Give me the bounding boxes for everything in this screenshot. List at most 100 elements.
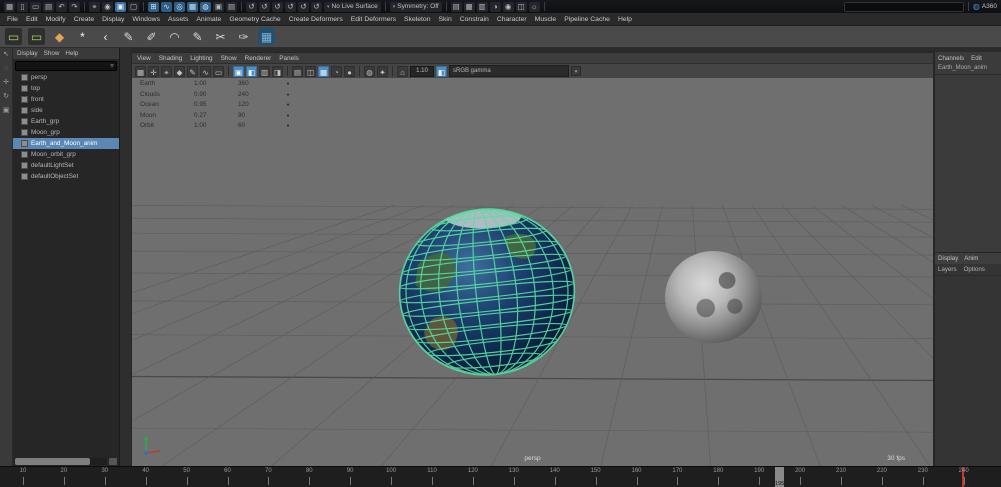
outliner-item[interactable]: side: [13, 105, 119, 116]
curve-icon[interactable]: ∿: [200, 65, 211, 77]
make-live-icon[interactable]: ◍: [200, 1, 211, 12]
menu-constrain[interactable]: Constrain: [460, 16, 489, 23]
menu-edit-deformers[interactable]: Edit Deformers: [351, 16, 396, 23]
open-scene-icon[interactable]: ▭: [30, 1, 41, 12]
outliner-item[interactable]: Moon_orbit_grp: [13, 149, 119, 160]
snap-grid-icon[interactable]: ⊞: [148, 1, 159, 12]
menu-pipeline-cache[interactable]: Pipeline Cache: [564, 16, 610, 23]
shaded-icon[interactable]: ◧: [246, 65, 257, 77]
panel-divider[interactable]: [120, 48, 131, 467]
outliner-scrollbar-button[interactable]: [109, 458, 117, 465]
depth-of-field-icon[interactable]: ◔: [331, 65, 342, 77]
menu-geometry-cache[interactable]: Geometry Cache: [229, 16, 280, 23]
menu-muscle[interactable]: Muscle: [535, 16, 557, 23]
frame-icon[interactable]: ▭: [213, 65, 224, 77]
shadows-icon[interactable]: ▤: [292, 65, 303, 77]
ipr-render-icon[interactable]: ▥: [476, 1, 488, 12]
output-connections-icon[interactable]: ▤: [226, 1, 237, 12]
outliner-scrollbar[interactable]: [15, 458, 107, 465]
outliner-menu-display[interactable]: Display: [17, 50, 38, 57]
render-sequence-icon[interactable]: ◫: [515, 1, 527, 12]
outliner-menu-help[interactable]: Help: [65, 50, 78, 57]
viewport-menu-shading[interactable]: Shading: [159, 55, 182, 62]
menu-grid-icon[interactable]: ▦: [4, 1, 15, 12]
outliner-item[interactable]: persp: [13, 72, 119, 83]
pencil-curve-icon[interactable]: ✐: [143, 28, 160, 45]
snap-plane-icon[interactable]: ▦: [187, 1, 198, 12]
light-editor-icon[interactable]: ☼: [528, 1, 540, 12]
camera-aim-icon[interactable]: ▭: [28, 28, 45, 45]
hypershade-icon[interactable]: ◉: [502, 1, 514, 12]
redo-icon[interactable]: ↷: [69, 1, 80, 12]
symmetry-dropdown[interactable]: ▾ Symmetry: Off: [389, 1, 442, 12]
brush-tool-icon[interactable]: ✑: [235, 28, 252, 45]
perspective-viewport[interactable]: View Shading Lighting Show Renderer Panels ▦ ✛…: [131, 52, 934, 467]
view-transform-dropdown-button[interactable]: ▾: [571, 66, 581, 76]
menu-skin[interactable]: Skin: [439, 16, 452, 23]
history-toggle-1-icon[interactable]: ↺: [246, 1, 257, 12]
curve-tool-icon[interactable]: ✎: [120, 28, 137, 45]
moon-sphere[interactable]: [665, 251, 762, 343]
menu-create[interactable]: Create: [74, 16, 94, 23]
rotate-tool-icon[interactable]: ↻: [3, 93, 9, 101]
select-mask-icon[interactable]: ⌖: [89, 1, 100, 12]
a360-badge[interactable]: ◍ A360: [973, 2, 997, 11]
multisample-icon[interactable]: ▦: [318, 65, 329, 77]
menu-help[interactable]: Help: [618, 16, 632, 23]
viewport-menu-lighting[interactable]: Lighting: [190, 55, 212, 62]
select-icon[interactable]: ▦: [135, 65, 146, 77]
pencil-icon[interactable]: ✎: [187, 65, 198, 77]
lights-icon[interactable]: ◨: [272, 65, 283, 77]
arc-tool-icon[interactable]: ◠: [166, 28, 183, 45]
playblast-monitor-icon[interactable]: ▦: [258, 28, 275, 45]
menu-character[interactable]: Character: [497, 16, 527, 23]
menu-create-deformers[interactable]: Create Deformers: [289, 16, 343, 23]
outliner-search-input[interactable]: [15, 61, 117, 71]
object-mode-icon[interactable]: ▣: [115, 1, 126, 12]
outliner-scrollbar-thumb[interactable]: [15, 458, 91, 465]
textured-icon[interactable]: ▥: [259, 65, 270, 77]
outliner-item[interactable]: defaultLightSet: [13, 160, 119, 171]
star-primitive-icon[interactable]: *: [74, 28, 91, 45]
time-slider[interactable]: 195 10 20 30 40 50 60 70 80 90 100 110 120 130 140 150…: [0, 466, 1001, 487]
menu-display[interactable]: Display: [102, 16, 124, 23]
camera-keyframe-icon[interactable]: ▭: [5, 28, 22, 45]
render-settings-icon[interactable]: ◑: [489, 1, 501, 12]
viewport-menu-panels[interactable]: Panels: [279, 55, 299, 62]
wireframe-icon[interactable]: ▣: [233, 65, 244, 77]
channel-box-menu-edit[interactable]: Edit: [971, 55, 982, 62]
history-toggle-6-icon[interactable]: ↺: [311, 1, 322, 12]
view-transform-dropdown[interactable]: sRGB gamma: [449, 65, 569, 77]
menu-modify[interactable]: Modify: [46, 16, 66, 23]
menu-windows[interactable]: Windows: [132, 16, 160, 23]
earth-globe[interactable]: [391, 200, 583, 384]
screenspace-ao-icon[interactable]: ◫: [305, 65, 316, 77]
layer-editor-menu-layers[interactable]: Layers: [938, 266, 957, 273]
live-surface-dropdown[interactable]: ▾ No Live Surface: [324, 1, 381, 12]
history-toggle-5-icon[interactable]: ↺: [298, 1, 309, 12]
snap-point-icon[interactable]: ◎: [174, 1, 185, 12]
layer-editor-tab-anim[interactable]: Anim: [964, 255, 978, 262]
snap-icon[interactable]: ⌖: [161, 65, 172, 77]
menu-file[interactable]: File: [7, 16, 18, 23]
menu-edit[interactable]: Edit: [26, 16, 38, 23]
motion-blur-icon[interactable]: ●: [344, 65, 355, 77]
outliner-item[interactable]: Moon_grp: [13, 127, 119, 138]
component-mode-icon[interactable]: ▢: [128, 1, 139, 12]
render-view-icon[interactable]: ▤: [450, 1, 462, 12]
input-connections-icon[interactable]: ▣: [213, 1, 224, 12]
cut-tool-icon[interactable]: ✂: [212, 28, 229, 45]
history-toggle-3-icon[interactable]: ↺: [272, 1, 283, 12]
move-icon[interactable]: ✛: [148, 65, 159, 77]
current-time-scrubber[interactable]: 195: [775, 467, 784, 487]
quick-search-field[interactable]: [843, 1, 964, 12]
viewport-menu-show[interactable]: Show: [221, 55, 237, 62]
outliner-item[interactable]: front: [13, 94, 119, 105]
lasso-tool-icon[interactable]: ◌: [4, 65, 8, 73]
isolate-select-icon[interactable]: ◍: [364, 65, 375, 77]
outliner-menu-show[interactable]: Show: [44, 50, 60, 57]
menu-assets[interactable]: Assets: [168, 16, 188, 23]
home-view-icon[interactable]: ⌂: [397, 65, 408, 77]
layer-editor-tab-display[interactable]: Display: [938, 255, 958, 262]
history-toggle-2-icon[interactable]: ↺: [259, 1, 270, 12]
